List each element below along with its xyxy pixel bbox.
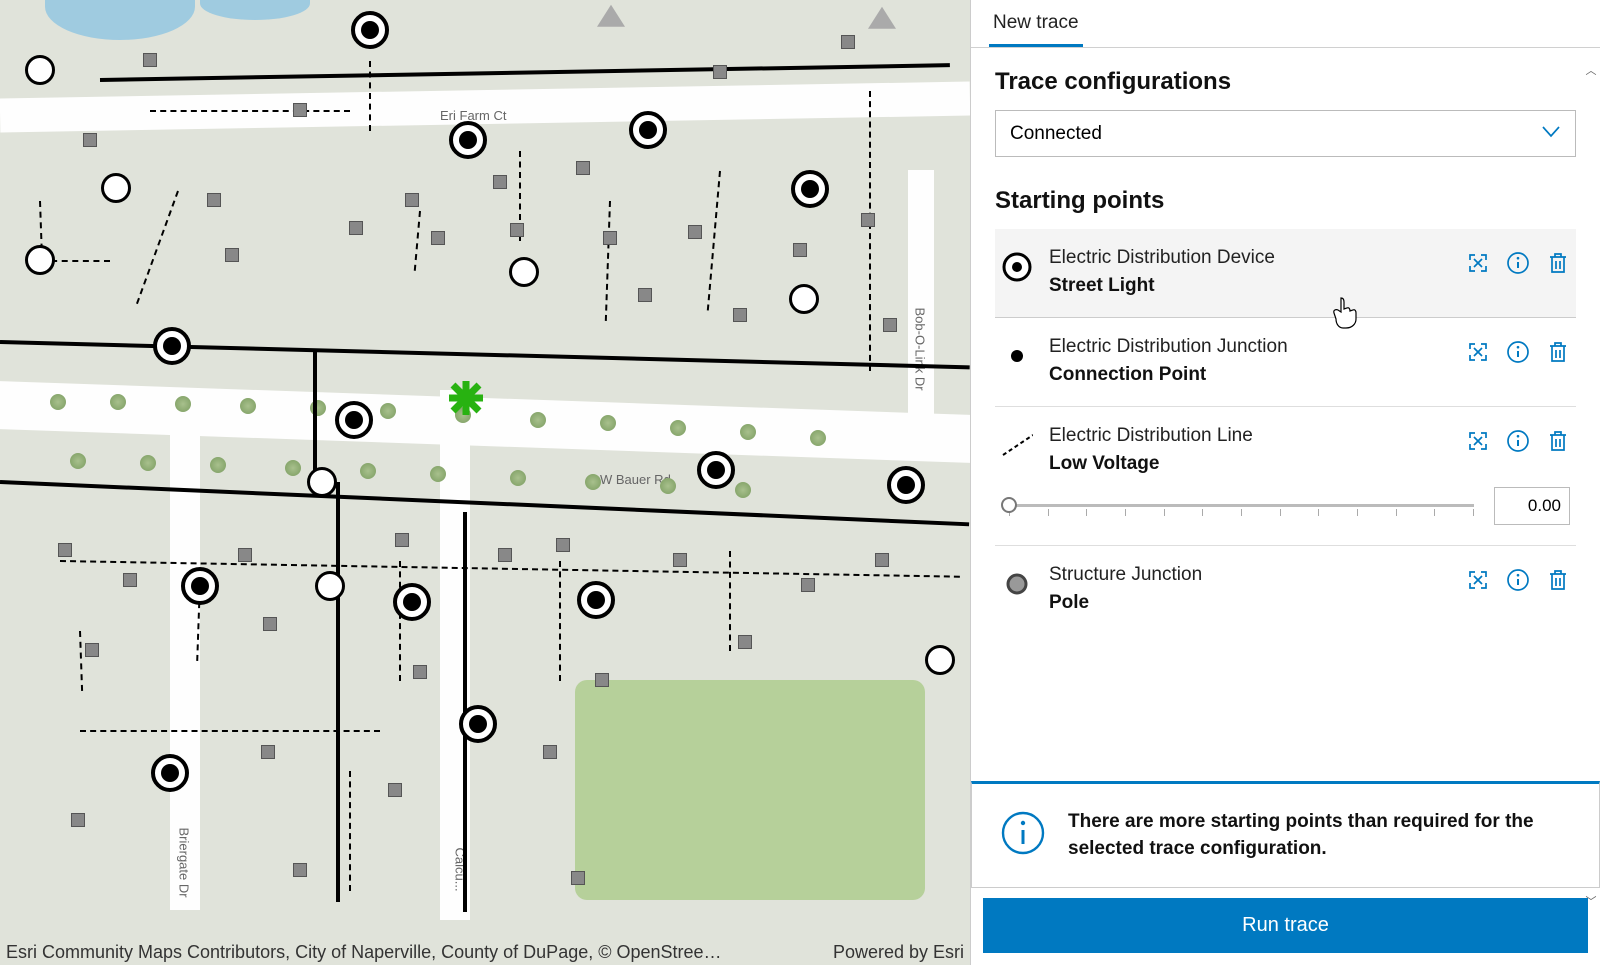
info-icon[interactable] — [1506, 251, 1530, 280]
info-icon[interactable] — [1506, 340, 1530, 369]
starting-point-item[interactable]: Electric Distribution Line Low Voltage — [995, 407, 1576, 546]
road-label-bobolink: Bob-O-Link Dr — [913, 308, 928, 391]
starting-point-item[interactable]: Electric Distribution Junction Connectio… — [995, 318, 1576, 407]
focus-icon[interactable] — [1466, 251, 1490, 280]
starting-points-heading: Starting points — [971, 187, 1600, 229]
trace-config-select[interactable]: Connected — [995, 110, 1576, 157]
chevron-down-icon — [1542, 125, 1560, 143]
scrollbar[interactable]: ︿ ﹀ — [1584, 62, 1598, 909]
trash-icon[interactable] — [1546, 429, 1570, 458]
line-position-value[interactable] — [1494, 487, 1570, 525]
sp-asset-label: Connection Point — [1049, 364, 1450, 386]
line-dash-icon — [1001, 429, 1033, 461]
trace-panel: New trace Trace configurations Connected… — [970, 0, 1600, 965]
sp-asset-label: Low Voltage — [1049, 453, 1450, 475]
sp-type-label: Electric Distribution Junction — [1049, 336, 1450, 358]
map-attribution: Esri Community Maps Contributors, City o… — [6, 942, 722, 963]
starting-points-list: Electric Distribution Device Street Ligh… — [971, 229, 1600, 781]
sp-type-label: Structure Junction — [1049, 564, 1450, 586]
device-ring-icon — [1001, 251, 1033, 283]
trash-icon[interactable] — [1546, 340, 1570, 369]
focus-icon[interactable] — [1466, 568, 1490, 597]
info-icon[interactable] — [1506, 429, 1530, 458]
focus-icon[interactable] — [1466, 340, 1490, 369]
info-icon[interactable] — [1506, 568, 1530, 597]
info-notice: There are more starting points than requ… — [971, 781, 1600, 888]
map-canvas[interactable]: W Bauer Rd Eri Farm Ct Bob-O-Link Dr Bri… — [0, 0, 970, 965]
focus-icon[interactable] — [1466, 429, 1490, 458]
structure-ring-icon — [1001, 568, 1033, 600]
scroll-up-icon[interactable]: ︿ — [1586, 62, 1597, 78]
trash-icon[interactable] — [1546, 568, 1570, 597]
road-label-briergate: Briergate Dr — [177, 828, 192, 898]
run-trace-button[interactable]: Run trace — [983, 898, 1588, 953]
sp-type-label: Electric Distribution Line — [1049, 425, 1450, 447]
trash-icon[interactable] — [1546, 251, 1570, 280]
trace-configs-heading: Trace configurations — [971, 68, 1600, 110]
notice-text: There are more starting points than requ… — [1068, 808, 1571, 863]
line-position-slider[interactable] — [1001, 495, 1482, 517]
scroll-down-icon[interactable]: ﹀ — [1586, 893, 1597, 909]
junction-dot-icon — [1001, 340, 1033, 372]
starting-point-item[interactable]: Structure Junction Pole — [995, 546, 1576, 634]
selected-point-marker — [447, 379, 485, 417]
info-icon — [1000, 810, 1046, 861]
sp-type-label: Electric Distribution Device — [1049, 247, 1450, 269]
starting-point-item[interactable]: Electric Distribution Device Street Ligh… — [995, 229, 1576, 318]
sp-asset-label: Pole — [1049, 592, 1450, 614]
tab-new-trace[interactable]: New trace — [989, 0, 1083, 47]
map-powered-by: Powered by Esri — [817, 942, 964, 963]
sp-asset-label: Street Light — [1049, 275, 1450, 297]
